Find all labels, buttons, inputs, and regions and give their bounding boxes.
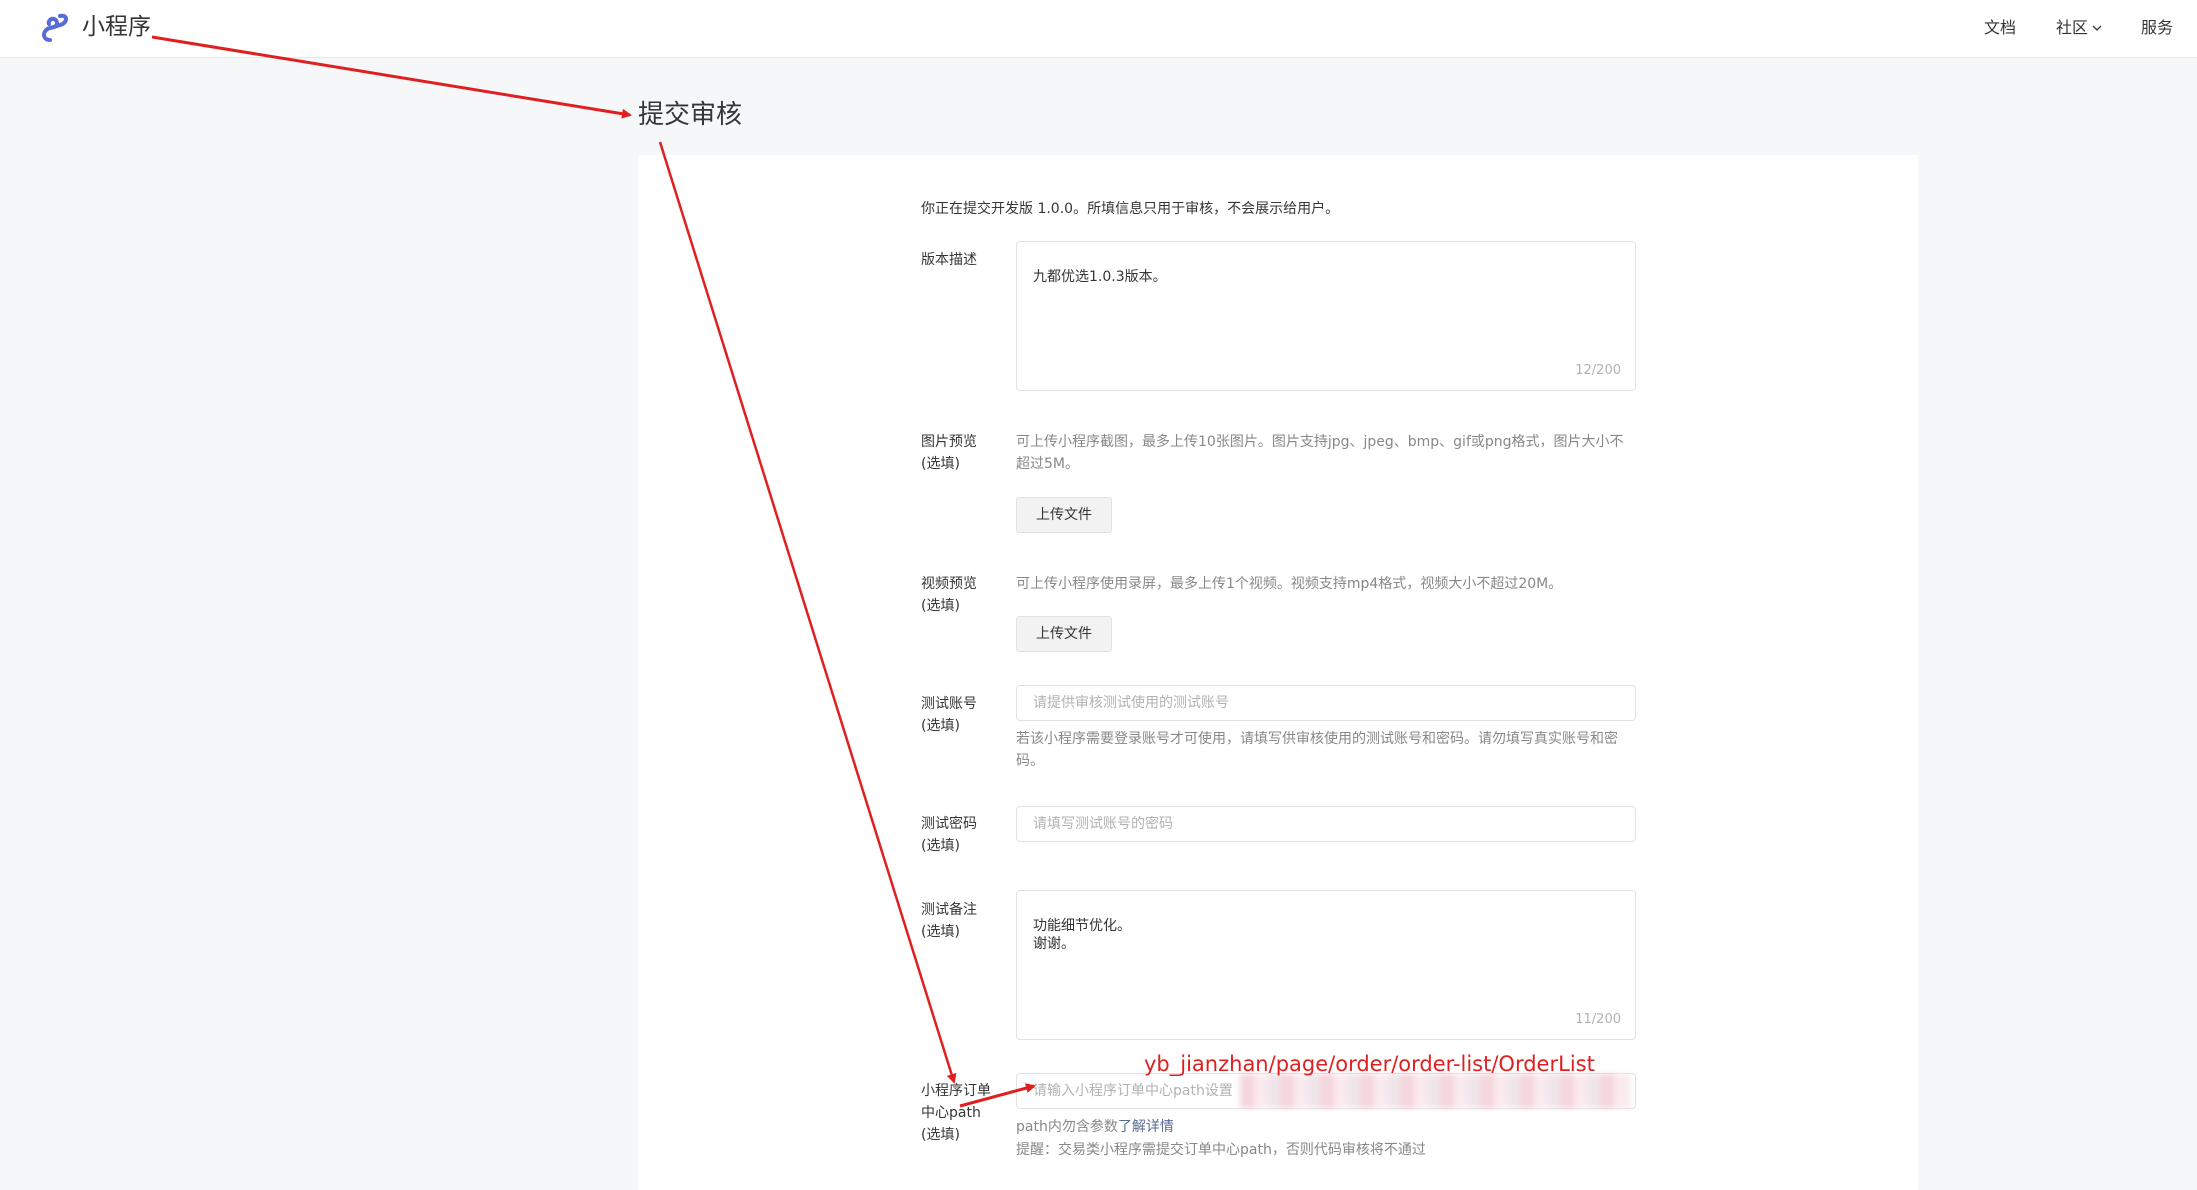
learn-more-link[interactable]: 了解详情 bbox=[1118, 1119, 1174, 1135]
app-title[interactable]: 小程序 bbox=[82, 12, 151, 42]
version-desc-counter: 12/200 bbox=[1575, 363, 1621, 378]
video-upload-button[interactable]: 上传文件 bbox=[1016, 616, 1112, 652]
chevron-down-icon bbox=[2092, 25, 2102, 31]
order-path-hint-text: path内勿含参数 bbox=[1016, 1119, 1118, 1135]
submit-notice: 你正在提交开发版 1.0.0。所填信息只用于审核，不会展示给用户。 bbox=[921, 201, 1340, 217]
test-notes-value: 功能细节优化。 谢谢。 bbox=[1033, 918, 1131, 952]
test-account-input[interactable] bbox=[1016, 685, 1636, 721]
test-notes-counter: 11/200 bbox=[1575, 1012, 1621, 1027]
version-desc-label: 版本描述 bbox=[921, 252, 977, 268]
test-account-desc: 若该小程序需要登录账号才可使用，请填写供审核使用的测试账号和密码。请勿填写真实账… bbox=[1016, 731, 1618, 769]
version-desc-textarea[interactable]: 九都优选1.0.3版本。 12/200 bbox=[1016, 241, 1636, 391]
image-preview-label: 图片预览 (选填) bbox=[921, 434, 977, 472]
annotation-path-text: yb_jianzhan/page/order/order-list/OrderL… bbox=[1144, 1052, 1595, 1076]
video-preview-label: 视频预览 (选填) bbox=[921, 576, 977, 614]
test-password-input[interactable] bbox=[1016, 806, 1636, 842]
image-preview-desc: 可上传小程序截图，最多上传10张图片。图片支持jpg、jpeg、bmp、gif或… bbox=[1016, 434, 1624, 472]
nav-community[interactable]: 社区 bbox=[2056, 16, 2103, 40]
redacted-blur bbox=[1240, 1074, 1630, 1108]
nav-docs[interactable]: 文档 bbox=[1984, 16, 2016, 40]
version-desc-value: 九都优选1.0.3版本。 bbox=[1033, 269, 1167, 285]
test-notes-label: 测试备注 (选填) bbox=[921, 902, 977, 940]
miniprogram-logo-icon[interactable] bbox=[38, 12, 74, 46]
nav-services[interactable]: 服务 bbox=[2141, 16, 2173, 40]
order-path-reminder: 提醒：交易类小程序需提交订单中心path，否则代码审核将不通过 bbox=[1016, 1142, 1426, 1158]
image-upload-button[interactable]: 上传文件 bbox=[1016, 497, 1112, 533]
test-password-label: 测试密码 (选填) bbox=[921, 816, 977, 854]
order-path-hint: path内勿含参数了解详情 bbox=[1016, 1116, 1636, 1138]
video-preview-desc: 可上传小程序使用录屏，最多上传1个视频。视频支持mp4格式，视频大小不超过20M… bbox=[1016, 576, 1563, 592]
test-notes-textarea[interactable]: 功能细节优化。 谢谢。 11/200 bbox=[1016, 890, 1636, 1040]
test-account-label: 测试账号 (选填) bbox=[921, 696, 977, 734]
page-title: 提交审核 bbox=[638, 100, 743, 130]
nav-community-label: 社区 bbox=[2056, 18, 2089, 37]
order-path-label: 小程序订单 中心path (选填) bbox=[921, 1083, 991, 1143]
top-bar: 小程序 文档 社区 服务 bbox=[0, 0, 2197, 58]
